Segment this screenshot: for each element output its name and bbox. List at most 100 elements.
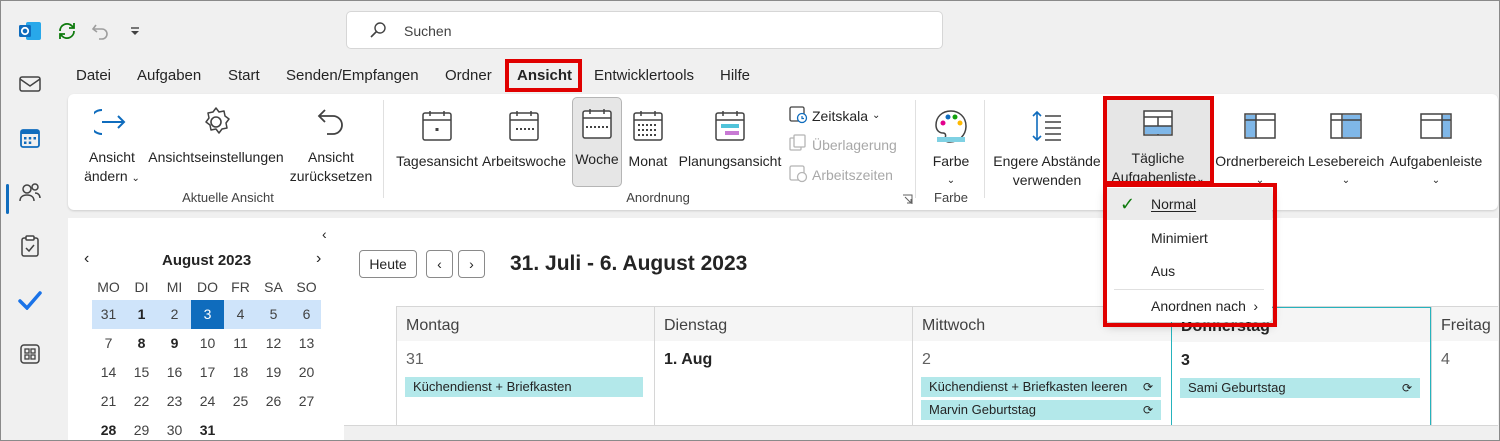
- date-cell[interactable]: 22: [125, 387, 158, 416]
- ansichtseinstellungen-label: Ansichtseinstellungen: [148, 149, 284, 165]
- ueberlagerung-button: Überlagerung: [788, 133, 897, 156]
- event[interactable]: Küchendienst + Briefkasten leeren ⟳: [917, 377, 1161, 397]
- date-cell[interactable]: 1: [125, 300, 158, 329]
- date-cell[interactable]: 12: [257, 329, 290, 358]
- mail-icon[interactable]: [16, 70, 44, 98]
- date-cell[interactable]: 30: [158, 416, 191, 441]
- lesebereich-button[interactable]: Lesebereich ⌄: [1308, 100, 1384, 200]
- date-cell[interactable]: 28: [92, 416, 125, 441]
- day-column-today[interactable]: Donnerstag 3 Sami Geburtstag ⟳: [1171, 307, 1431, 441]
- tab-ordner[interactable]: Ordner: [445, 67, 492, 84]
- day-column[interactable]: Montag 31 Küchendienst + Briefkasten: [396, 307, 654, 441]
- date-cell[interactable]: 29: [125, 416, 158, 441]
- date-cell[interactable]: 7: [92, 329, 125, 358]
- date-cell[interactable]: 21: [92, 387, 125, 416]
- arbeitswoche-button[interactable]: Arbeitswoche: [480, 100, 568, 200]
- chevron-left-icon[interactable]: ‹: [84, 250, 89, 268]
- day-column[interactable]: Mittwoch 2 Küchendienst + Briefkasten le…: [912, 307, 1171, 441]
- search-input[interactable]: Suchen: [346, 11, 943, 49]
- date-cell[interactable]: 19: [257, 358, 290, 387]
- date-cell[interactable]: 11: [224, 329, 257, 358]
- undo-icon[interactable]: [88, 18, 114, 44]
- folder-pane-icon: [1214, 100, 1306, 152]
- aufgabenleiste-label: Aufgabenleiste: [1389, 153, 1483, 169]
- date-cell[interactable]: 13: [290, 329, 323, 358]
- people-icon[interactable]: [16, 178, 44, 206]
- date-cell[interactable]: 31: [92, 300, 125, 329]
- app-rail: [0, 62, 62, 441]
- tab-datei[interactable]: Datei: [76, 67, 111, 84]
- today-cell[interactable]: 3: [191, 300, 224, 329]
- farbe-button[interactable]: Farbe ⌄: [923, 100, 979, 200]
- aufgabenleiste-button[interactable]: Aufgabenleiste ⌄: [1388, 100, 1484, 200]
- zeitskala-button[interactable]: Zeitskala ⌄: [788, 104, 880, 127]
- ansicht-aendern-label-1: Ansicht: [89, 149, 135, 165]
- date-cell[interactable]: 27: [290, 387, 323, 416]
- apps-icon[interactable]: [16, 340, 44, 368]
- date-cell[interactable]: 4: [224, 300, 257, 329]
- ueberlagerung-label: Überlagerung: [812, 136, 897, 153]
- collapse-pane-icon[interactable]: ‹: [322, 226, 327, 242]
- sync-icon[interactable]: [54, 18, 80, 44]
- engere-label-1: Engere Abstände: [993, 153, 1101, 169]
- change-view-icon: [78, 96, 146, 148]
- customize-toolbar-icon[interactable]: [122, 18, 148, 44]
- tab-senden-empfangen[interactable]: Senden/Empfangen: [286, 67, 419, 84]
- todo-icon[interactable]: [16, 286, 44, 314]
- date-cell[interactable]: 25: [224, 387, 257, 416]
- day-column[interactable]: Dienstag 1. Aug: [654, 307, 912, 441]
- tab-aufgaben[interactable]: Aufgaben: [137, 67, 201, 84]
- woche-button[interactable]: Woche: [572, 97, 622, 187]
- weekday-label: DO: [197, 279, 218, 295]
- ansicht-zuruecksetzen-button[interactable]: Ansicht zurücksetzen: [288, 96, 374, 196]
- date-cell[interactable]: 26: [257, 387, 290, 416]
- date-cell[interactable]: 14: [92, 358, 125, 387]
- date-cell[interactable]: 5: [257, 300, 290, 329]
- group-label-aktuelle-ansicht: Aktuelle Ansicht: [182, 190, 274, 205]
- previous-week-button[interactable]: ‹: [426, 250, 453, 278]
- engere-abstaende-button[interactable]: Engere Abstände verwenden: [992, 100, 1102, 200]
- event-marker: [401, 377, 405, 397]
- calendar-view: Heute ‹ › 31. Juli - 6. August 2023 Mont…: [344, 218, 1498, 441]
- group-label-farbe: Farbe: [934, 190, 968, 205]
- work-hours-icon: [788, 163, 808, 186]
- highlight-box-ansicht: [505, 59, 582, 92]
- tagesansicht-button[interactable]: Tagesansicht: [396, 100, 478, 200]
- dialog-launcher-icon[interactable]: [902, 192, 913, 208]
- tab-entwicklertools[interactable]: Entwicklertools: [594, 67, 694, 84]
- heute-button[interactable]: Heute: [359, 250, 417, 278]
- search-icon: [369, 21, 387, 42]
- ansicht-aendern-button[interactable]: Ansicht ändern ⌄: [78, 96, 146, 196]
- date-cell[interactable]: 31: [191, 416, 224, 441]
- chevron-right-icon[interactable]: ›: [316, 250, 321, 268]
- tasks-icon[interactable]: [16, 232, 44, 260]
- date-cell[interactable]: 15: [125, 358, 158, 387]
- tab-start[interactable]: Start: [228, 67, 260, 84]
- next-week-button[interactable]: ›: [458, 250, 485, 278]
- date-cell[interactable]: 17: [191, 358, 224, 387]
- event[interactable]: Küchendienst + Briefkasten: [401, 377, 643, 397]
- date-cell[interactable]: 23: [158, 387, 191, 416]
- planungsansicht-button[interactable]: Planungsansicht: [674, 100, 786, 200]
- date-cell[interactable]: 8: [125, 329, 158, 358]
- date-cell[interactable]: 10: [191, 329, 224, 358]
- day-date: 3: [1181, 352, 1190, 369]
- tab-hilfe[interactable]: Hilfe: [720, 67, 750, 84]
- date-cell[interactable]: 6: [290, 300, 323, 329]
- date-cell[interactable]: 16: [158, 358, 191, 387]
- event[interactable]: Sami Geburtstag ⟳: [1176, 378, 1420, 398]
- separator: [915, 100, 916, 198]
- calendar-icon[interactable]: [16, 124, 44, 152]
- weekday-label: DI: [134, 279, 149, 295]
- planungsansicht-label: Planungsansicht: [678, 153, 782, 169]
- date-cell[interactable]: 20: [290, 358, 323, 387]
- ansichtseinstellungen-button[interactable]: Ansichtseinstellungen: [148, 96, 284, 196]
- date-cell[interactable]: 2: [158, 300, 191, 329]
- day-column[interactable]: Freitag 4: [1431, 307, 1498, 441]
- date-cell[interactable]: 9: [158, 329, 191, 358]
- monat-button[interactable]: Monat: [624, 100, 672, 200]
- date-cell[interactable]: 24: [191, 387, 224, 416]
- date-cell[interactable]: 18: [224, 358, 257, 387]
- zeitskala-label: Zeitskala: [812, 107, 869, 124]
- event[interactable]: Marvin Geburtstag ⟳: [917, 400, 1161, 420]
